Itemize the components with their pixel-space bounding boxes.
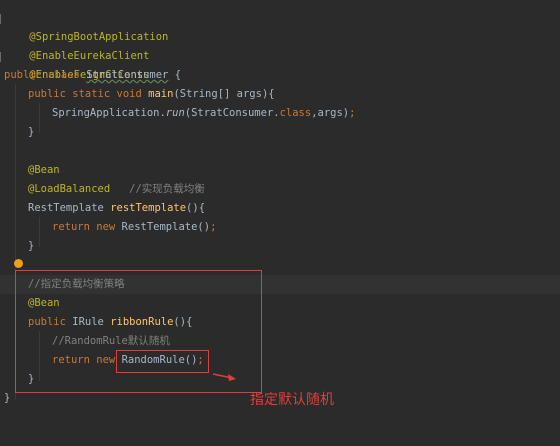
- semicolon: ;: [210, 221, 217, 233]
- code-line: }: [28, 237, 560, 256]
- code-line: public static void main(String[] args){: [28, 85, 560, 104]
- code-line: @Bean: [28, 161, 560, 180]
- code-line: @EnableEurekaClient: [4, 28, 560, 62]
- code-text: ,args): [311, 107, 350, 119]
- keyword: class: [48, 69, 80, 81]
- code-line: @SpringBootApplication: [4, 9, 560, 43]
- code-text: RestTemplate(): [115, 221, 211, 233]
- code-line: public class StratConsumer {: [4, 66, 560, 85]
- code-line: @LoadBalanced //实现负载均衡: [28, 180, 560, 199]
- keyword: new: [96, 221, 116, 233]
- code-line: SpringApplication.run(StratConsumer.clas…: [52, 104, 560, 123]
- brace: }: [4, 392, 11, 404]
- method-call: run: [165, 107, 185, 119]
- code-text: (StratConsumer.: [184, 107, 280, 119]
- code-text: (){: [186, 202, 206, 214]
- keyword: static: [72, 88, 111, 100]
- code-line: return new RestTemplate();: [52, 218, 560, 237]
- code-line: @EnableFeignClients: [4, 47, 560, 81]
- keyword: return: [52, 221, 90, 233]
- code-editor[interactable]: @SpringBootApplication @EnableEurekaClie…: [0, 0, 560, 446]
- semicolon: ;: [349, 107, 356, 119]
- method-name: restTemplate: [110, 202, 187, 214]
- annotation: @LoadBalanced: [28, 183, 111, 195]
- comment: //实现负载均衡: [110, 183, 205, 195]
- code-text: {: [168, 69, 182, 81]
- keyword: public: [4, 69, 42, 81]
- brace: }: [28, 126, 35, 138]
- lightbulb-icon[interactable]: [14, 259, 23, 268]
- code-text: SpringApplication.: [52, 107, 166, 119]
- type-name: RestTemplate: [28, 202, 111, 214]
- brace: }: [28, 240, 35, 252]
- method-name: main: [148, 88, 174, 100]
- annotation-note: 指定默认随机: [250, 392, 334, 408]
- class-name: StratConsumer: [86, 69, 169, 81]
- keyword: void: [116, 88, 142, 100]
- arrow-icon: [212, 373, 236, 381]
- keyword: public: [28, 88, 66, 100]
- code-text: (String[] args){: [173, 88, 275, 100]
- keyword: class: [279, 107, 312, 119]
- code-line: }: [28, 123, 560, 142]
- code-line: RestTemplate restTemplate(){: [28, 199, 560, 218]
- annotation: @Bean: [28, 164, 60, 176]
- highlight-box-randomrule: [116, 350, 209, 373]
